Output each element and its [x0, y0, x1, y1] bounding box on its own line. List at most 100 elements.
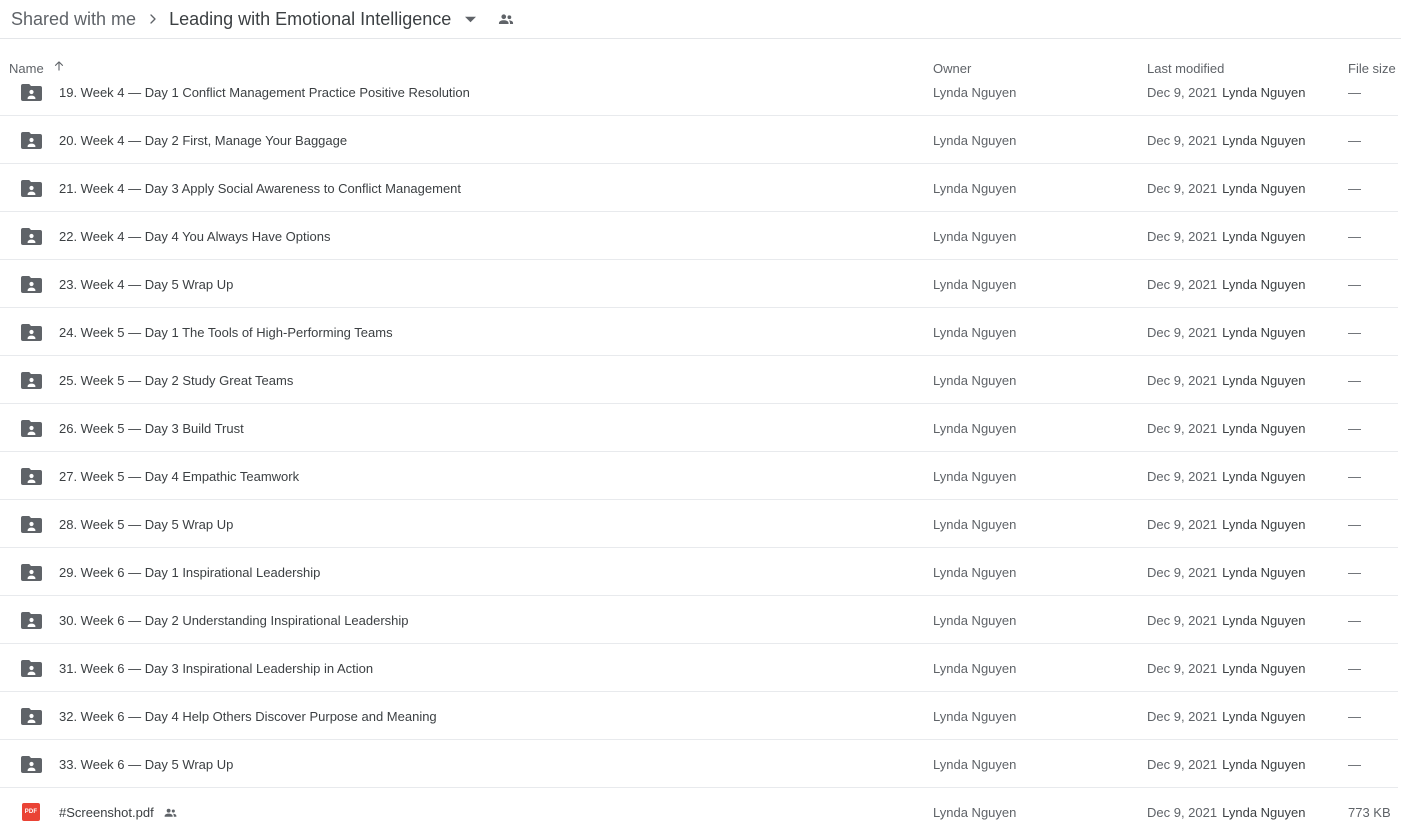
file-name-cell[interactable]: 23. Week 4 — Day 5 Wrap Up	[59, 277, 233, 292]
file-name-cell[interactable]: 32. Week 6 — Day 4 Help Others Discover …	[59, 709, 437, 724]
last-modified-date: Dec 9, 2021	[1147, 84, 1218, 100]
table-row[interactable]: 22. Week 4 — Day 4 You Always Have Optio…	[0, 212, 1401, 260]
last-modified-cell: Dec 9, 2021 Lynda Nguyen	[1147, 325, 1305, 340]
shared-folder-icon	[19, 464, 43, 488]
file-name-label: 28. Week 5 — Day 5 Wrap Up	[59, 516, 234, 532]
owner-cell: Lynda Nguyen	[933, 660, 1017, 676]
last-modified-date: Dec 9, 2021	[1147, 804, 1218, 820]
owner-cell: Lynda Nguyen	[933, 708, 1017, 724]
table-row[interactable]: 20. Week 4 — Day 2 First, Manage Your Ba…	[0, 116, 1401, 164]
file-name-label: 33. Week 6 — Day 5 Wrap Up	[59, 756, 234, 772]
file-size-cell: —	[1348, 708, 1361, 724]
last-modified-by: Lynda Nguyen	[1222, 804, 1306, 820]
shared-folder-icon	[19, 320, 43, 344]
last-modified-by: Lynda Nguyen	[1222, 516, 1306, 532]
last-modified-date: Dec 9, 2021	[1147, 564, 1218, 580]
last-modified-date: Dec 9, 2021	[1147, 420, 1218, 436]
owner-cell: Lynda Nguyen	[933, 756, 1017, 772]
table-row[interactable]: 24. Week 5 — Day 1 The Tools of High-Per…	[0, 308, 1401, 356]
people-shared-icon[interactable]	[497, 10, 515, 28]
owner-cell: Lynda Nguyen	[933, 468, 1017, 484]
last-modified-cell: Dec 9, 2021 Lynda Nguyen	[1147, 277, 1305, 292]
last-modified-by: Lynda Nguyen	[1222, 420, 1306, 436]
file-name-cell[interactable]: #Screenshot.pdf	[59, 805, 178, 820]
file-name-cell[interactable]: 20. Week 4 — Day 2 First, Manage Your Ba…	[59, 133, 347, 148]
column-header-owner[interactable]: Owner	[933, 61, 971, 76]
last-modified-date: Dec 9, 2021	[1147, 324, 1218, 340]
file-size-cell: —	[1348, 372, 1361, 388]
owner-cell: Lynda Nguyen	[933, 804, 1017, 820]
shared-folder-icon	[19, 224, 43, 248]
chevron-down-icon[interactable]	[463, 12, 477, 26]
breadcrumb: Shared with me Leading with Emotional In…	[0, 0, 1401, 39]
column-header-name[interactable]: Name	[9, 61, 44, 76]
last-modified-cell: Dec 9, 2021 Lynda Nguyen	[1147, 85, 1305, 100]
owner-cell: Lynda Nguyen	[933, 132, 1017, 148]
file-size-cell: —	[1348, 660, 1361, 676]
table-column-headers: Name Owner Last modified File size	[0, 40, 1401, 80]
file-name-label: 31. Week 6 — Day 3 Inspirational Leaders…	[59, 660, 374, 676]
last-modified-by: Lynda Nguyen	[1222, 276, 1306, 292]
file-name-cell[interactable]: 19. Week 4 — Day 1 Conflict Management P…	[59, 85, 470, 100]
table-row[interactable]: 33. Week 6 — Day 5 Wrap Up Lynda Nguyen De…	[0, 740, 1401, 788]
column-header-file-size[interactable]: File size	[1348, 61, 1396, 76]
table-row[interactable]: PDF #Screenshot.pdf Lynda Nguyen Dec 9, 202…	[0, 788, 1401, 826]
shared-folder-icon	[19, 656, 43, 680]
last-modified-date: Dec 9, 2021	[1147, 660, 1218, 676]
breadcrumb-current-folder[interactable]: Leading with Emotional Intelligence	[169, 9, 451, 29]
table-row[interactable]: 28. Week 5 — Day 5 Wrap Up Lynda Nguyen De…	[0, 500, 1401, 548]
last-modified-cell: Dec 9, 2021 Lynda Nguyen	[1147, 229, 1305, 244]
last-modified-date: Dec 9, 2021	[1147, 708, 1218, 724]
last-modified-date: Dec 9, 2021	[1147, 228, 1218, 244]
last-modified-cell: Dec 9, 2021 Lynda Nguyen	[1147, 805, 1305, 820]
table-row[interactable]: 29. Week 6 — Day 1 Inspirational Leaders…	[0, 548, 1401, 596]
file-size-cell: —	[1348, 228, 1361, 244]
people-shared-icon	[163, 805, 178, 820]
shared-folder-icon	[19, 128, 43, 152]
owner-cell: Lynda Nguyen	[933, 324, 1017, 340]
file-name-cell[interactable]: 28. Week 5 — Day 5 Wrap Up	[59, 517, 233, 532]
last-modified-by: Lynda Nguyen	[1222, 468, 1306, 484]
file-size-cell: —	[1348, 516, 1361, 532]
file-name-cell[interactable]: 26. Week 5 — Day 3 Build Trust	[59, 421, 244, 436]
file-name-cell[interactable]: 29. Week 6 — Day 1 Inspirational Leaders…	[59, 565, 320, 580]
table-row[interactable]: 30. Week 6 — Day 2 Understanding Inspira…	[0, 596, 1401, 644]
file-size-cell: —	[1348, 564, 1361, 580]
file-name-cell[interactable]: 31. Week 6 — Day 3 Inspirational Leaders…	[59, 661, 373, 676]
file-list[interactable]: 19. Week 4 — Day 1 Conflict Management P…	[0, 80, 1401, 826]
file-name-cell[interactable]: 30. Week 6 — Day 2 Understanding Inspira…	[59, 613, 409, 628]
file-name-label: 23. Week 4 — Day 5 Wrap Up	[59, 276, 234, 292]
file-name-cell[interactable]: 25. Week 5 — Day 2 Study Great Teams	[59, 373, 293, 388]
table-row[interactable]: 19. Week 4 — Day 1 Conflict Management P…	[0, 80, 1401, 116]
last-modified-by: Lynda Nguyen	[1222, 612, 1306, 628]
file-name-label: 19. Week 4 — Day 1 Conflict Management P…	[59, 84, 470, 100]
breadcrumb-root-shared-with-me[interactable]: Shared with me	[11, 9, 136, 29]
table-row[interactable]: 31. Week 6 — Day 3 Inspirational Leaders…	[0, 644, 1401, 692]
file-size-cell: —	[1348, 756, 1361, 772]
file-name-label: 25. Week 5 — Day 2 Study Great Teams	[59, 372, 294, 388]
shared-folder-icon	[19, 416, 43, 440]
table-row[interactable]: 25. Week 5 — Day 2 Study Great Teams Lynd…	[0, 356, 1401, 404]
file-name-cell[interactable]: 21. Week 4 — Day 3 Apply Social Awarenes…	[59, 181, 461, 196]
table-row[interactable]: 21. Week 4 — Day 3 Apply Social Awarenes…	[0, 164, 1401, 212]
last-modified-date: Dec 9, 2021	[1147, 468, 1218, 484]
last-modified-by: Lynda Nguyen	[1222, 180, 1306, 196]
file-name-cell[interactable]: 33. Week 6 — Day 5 Wrap Up	[59, 757, 233, 772]
table-row[interactable]: 27. Week 5 — Day 4 Empathic Teamwork Lynd…	[0, 452, 1401, 500]
column-header-last-modified[interactable]: Last modified	[1147, 61, 1224, 76]
last-modified-by: Lynda Nguyen	[1222, 564, 1306, 580]
file-name-cell[interactable]: 27. Week 5 — Day 4 Empathic Teamwork	[59, 469, 299, 484]
last-modified-cell: Dec 9, 2021 Lynda Nguyen	[1147, 181, 1305, 196]
owner-cell: Lynda Nguyen	[933, 516, 1017, 532]
shared-folder-icon	[19, 80, 43, 104]
file-size-cell: —	[1348, 324, 1361, 340]
last-modified-cell: Dec 9, 2021 Lynda Nguyen	[1147, 565, 1305, 580]
chevron-right-icon	[145, 11, 161, 27]
file-name-cell[interactable]: 22. Week 4 — Day 4 You Always Have Optio…	[59, 229, 330, 244]
owner-cell: Lynda Nguyen	[933, 372, 1017, 388]
table-row[interactable]: 23. Week 4 — Day 5 Wrap Up Lynda Nguyen De…	[0, 260, 1401, 308]
table-row[interactable]: 32. Week 6 — Day 4 Help Others Discover …	[0, 692, 1401, 740]
arrow-up-icon[interactable]	[52, 59, 66, 73]
table-row[interactable]: 26. Week 5 — Day 3 Build Trust Lynda Nguy…	[0, 404, 1401, 452]
file-name-cell[interactable]: 24. Week 5 — Day 1 The Tools of High-Per…	[59, 325, 393, 340]
